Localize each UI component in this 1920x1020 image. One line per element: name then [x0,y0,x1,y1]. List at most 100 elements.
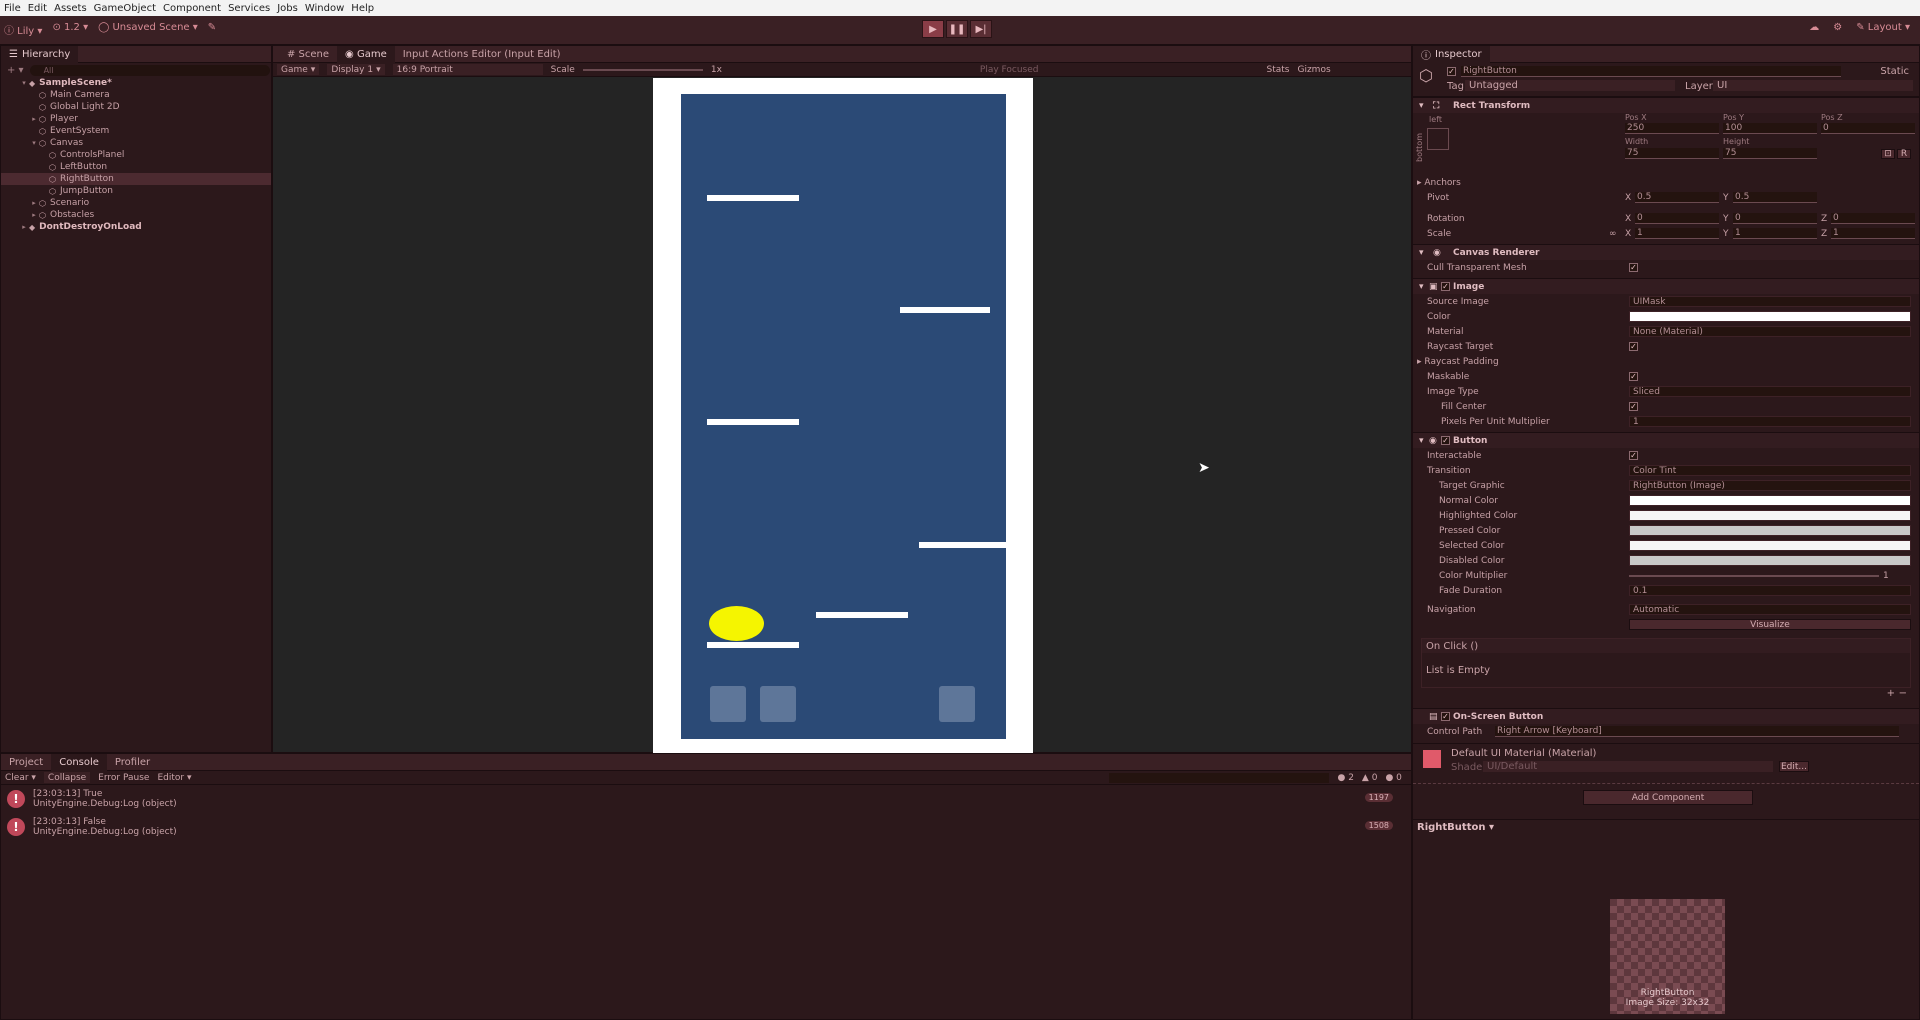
tab-profiler[interactable]: Profiler [107,754,158,771]
anchor-preset-button[interactable] [1427,128,1449,150]
hierarchy-item[interactable]: ⬡ LeftButton [1,161,271,173]
play-focused-dropdown[interactable]: Play Focused [980,65,1039,75]
disabled-color-field[interactable] [1629,555,1911,566]
hierarchy-item[interactable]: ⬡ Global Light 2D [1,101,271,113]
tab-scene[interactable]: # Scene [279,46,337,63]
editor-dropdown[interactable]: Editor ▾ [157,773,191,783]
log-entry[interactable]: ! [23:03:13] True UnityEngine.Debug:Log (… [1,785,1411,813]
menu-help[interactable]: Help [351,3,374,14]
tab-game[interactable]: ◉ Game [337,45,395,63]
raw-edit-button[interactable]: R [1897,149,1911,159]
hierarchy-item[interactable]: ▸ ⬡ Scenario [1,197,271,209]
hierarchy-item[interactable]: ▾ ◆ SampleScene* [1,77,271,89]
hierarchy-item[interactable]: ⬡ Main Camera [1,89,271,101]
edit-shader-button[interactable]: Edit... [1779,761,1809,772]
stats-button[interactable]: Stats [1267,65,1290,75]
settings-icon[interactable]: ⚙ [1833,22,1842,33]
object-name-input[interactable]: RightButton [1461,66,1841,77]
console-search-input[interactable] [1109,772,1330,783]
button-enabled-checkbox[interactable]: ✓ [1441,436,1450,445]
onscreen-enabled-checkbox[interactable]: ✓ [1441,712,1450,721]
pressed-color-field[interactable] [1629,525,1911,536]
expand-arrow-icon[interactable]: ▾ [19,79,29,87]
error-pause-button[interactable]: Error Pause [98,773,149,783]
blueprint-button[interactable]: ⊡ [1881,149,1895,159]
step-button[interactable]: ▶| [970,20,992,38]
maskable-checkbox[interactable]: ✓ [1629,372,1638,381]
cull-checkbox[interactable]: ✓ [1629,263,1638,272]
tab-console[interactable]: Console [51,753,107,771]
anchors-foldout[interactable]: ▸ Anchors [1413,175,1919,190]
pos-z-field[interactable]: 0 [1821,123,1915,134]
raycast-target-checkbox[interactable]: ✓ [1629,342,1638,351]
tag-dropdown[interactable]: Untagged [1465,80,1675,91]
material-field[interactable]: None (Material) [1629,326,1911,337]
hierarchy-item[interactable]: ⬡ EventSystem [1,125,271,137]
jump-control-button[interactable] [939,686,975,722]
version-dropdown[interactable]: ⊙ 1.2 ▾ [52,22,88,37]
highlighted-color-field[interactable] [1629,510,1911,521]
button-header[interactable]: ▾ ◉ ✓ Button [1413,432,1919,448]
rotation-x-field[interactable]: 0 [1635,213,1719,224]
cloud-icon[interactable]: ☁ [1809,22,1819,33]
fill-center-checkbox[interactable]: ✓ [1629,402,1638,411]
pivot-x-field[interactable]: 0.5 [1635,192,1719,203]
active-checkbox[interactable]: ✓ [1447,67,1456,76]
source-image-field[interactable]: UIMask [1629,296,1911,307]
image-type-dropdown[interactable]: Sliced [1629,386,1911,397]
expand-arrow-icon[interactable]: ▸ [29,115,39,123]
left-control-button[interactable] [710,686,746,722]
layout-dropdown[interactable]: ✎ Layout ▾ [1856,22,1910,33]
color-multiplier-slider[interactable] [1629,574,1879,577]
right-control-button[interactable] [760,686,796,722]
hierarchy-item[interactable]: ▸ ◆ DontDestroyOnLoad [1,221,271,233]
info-count[interactable]: ● 0 [1385,773,1401,783]
color-field[interactable] [1629,311,1911,322]
fade-duration-field[interactable]: 0.1 [1629,585,1911,596]
rect-transform-header[interactable]: ▾ ⛶ Rect Transform [1413,97,1919,113]
game-mode-dropdown[interactable]: Game ▾ [277,64,320,75]
add-listener-button[interactable]: + [1887,688,1895,699]
play-button[interactable]: ▶ [922,20,944,38]
scale-slider[interactable] [582,68,703,71]
hierarchy-item[interactable]: ⬡ RightButton [1,173,271,185]
hierarchy-item[interactable]: ⬡ ControlsPlanel [1,149,271,161]
transition-dropdown[interactable]: Color Tint [1629,465,1911,476]
clear-button[interactable]: Clear ▾ [5,773,36,783]
display-dropdown[interactable]: Display 1 ▾ [327,64,385,75]
add-button[interactable]: + ▾ [7,65,24,76]
onscreen-button-header[interactable]: ▤ ✓ On-Screen Button [1413,708,1919,724]
gizmos-button[interactable]: Gizmos [1297,65,1330,75]
canvas-renderer-header[interactable]: ▾ ◉ Canvas Renderer [1413,244,1919,260]
menu-services[interactable]: Services [228,3,270,14]
remove-listener-button[interactable]: − [1899,688,1907,699]
tab-input-actions[interactable]: Input Actions Editor (Input Edit) [395,46,569,63]
edit-icon[interactable]: ✎ [208,22,216,37]
image-enabled-checkbox[interactable]: ✓ [1441,282,1450,291]
expand-arrow-icon[interactable]: ▸ [19,223,29,231]
log-entry[interactable]: ! [23:03:13] False UnityEngine.Debug:Log … [1,813,1411,841]
navigation-dropdown[interactable]: Automatic [1629,604,1911,615]
scene-dropdown[interactable]: ◯ Unsaved Scene ▾ [98,22,198,37]
rotation-z-field[interactable]: 0 [1831,213,1915,224]
add-component-button[interactable]: Add Component [1583,790,1753,805]
normal-color-field[interactable] [1629,495,1911,506]
hierarchy-item[interactable]: ▸ ⬡ Player [1,113,271,125]
warning-count[interactable]: ▲ 0 [1362,773,1378,783]
control-path-dropdown[interactable]: Right Arrow [Keyboard] [1495,726,1899,737]
image-header[interactable]: ▾ ▣ ✓ Image [1413,278,1919,294]
pause-button[interactable]: ❚❚ [946,20,968,38]
scale-x-field[interactable]: 1 [1635,228,1719,239]
pos-x-field[interactable]: 250 [1625,123,1719,134]
aspect-dropdown[interactable]: 16:9 Portrait [392,64,543,75]
rotation-y-field[interactable]: 0 [1733,213,1817,224]
scale-z-field[interactable]: 1 [1831,228,1915,239]
visualize-button[interactable]: Visualize [1629,619,1911,630]
tab-project[interactable]: Project [1,754,51,771]
hierarchy-item[interactable]: ▸ ⬡ Obstacles [1,209,271,221]
preview-title-dropdown[interactable]: RightButton ▾ [1417,822,1494,833]
menu-jobs[interactable]: Jobs [277,3,298,14]
interactable-checkbox[interactable]: ✓ [1629,451,1638,460]
link-icon[interactable]: ∞ [1609,229,1617,239]
expand-arrow-icon[interactable]: ▾ [29,139,39,147]
